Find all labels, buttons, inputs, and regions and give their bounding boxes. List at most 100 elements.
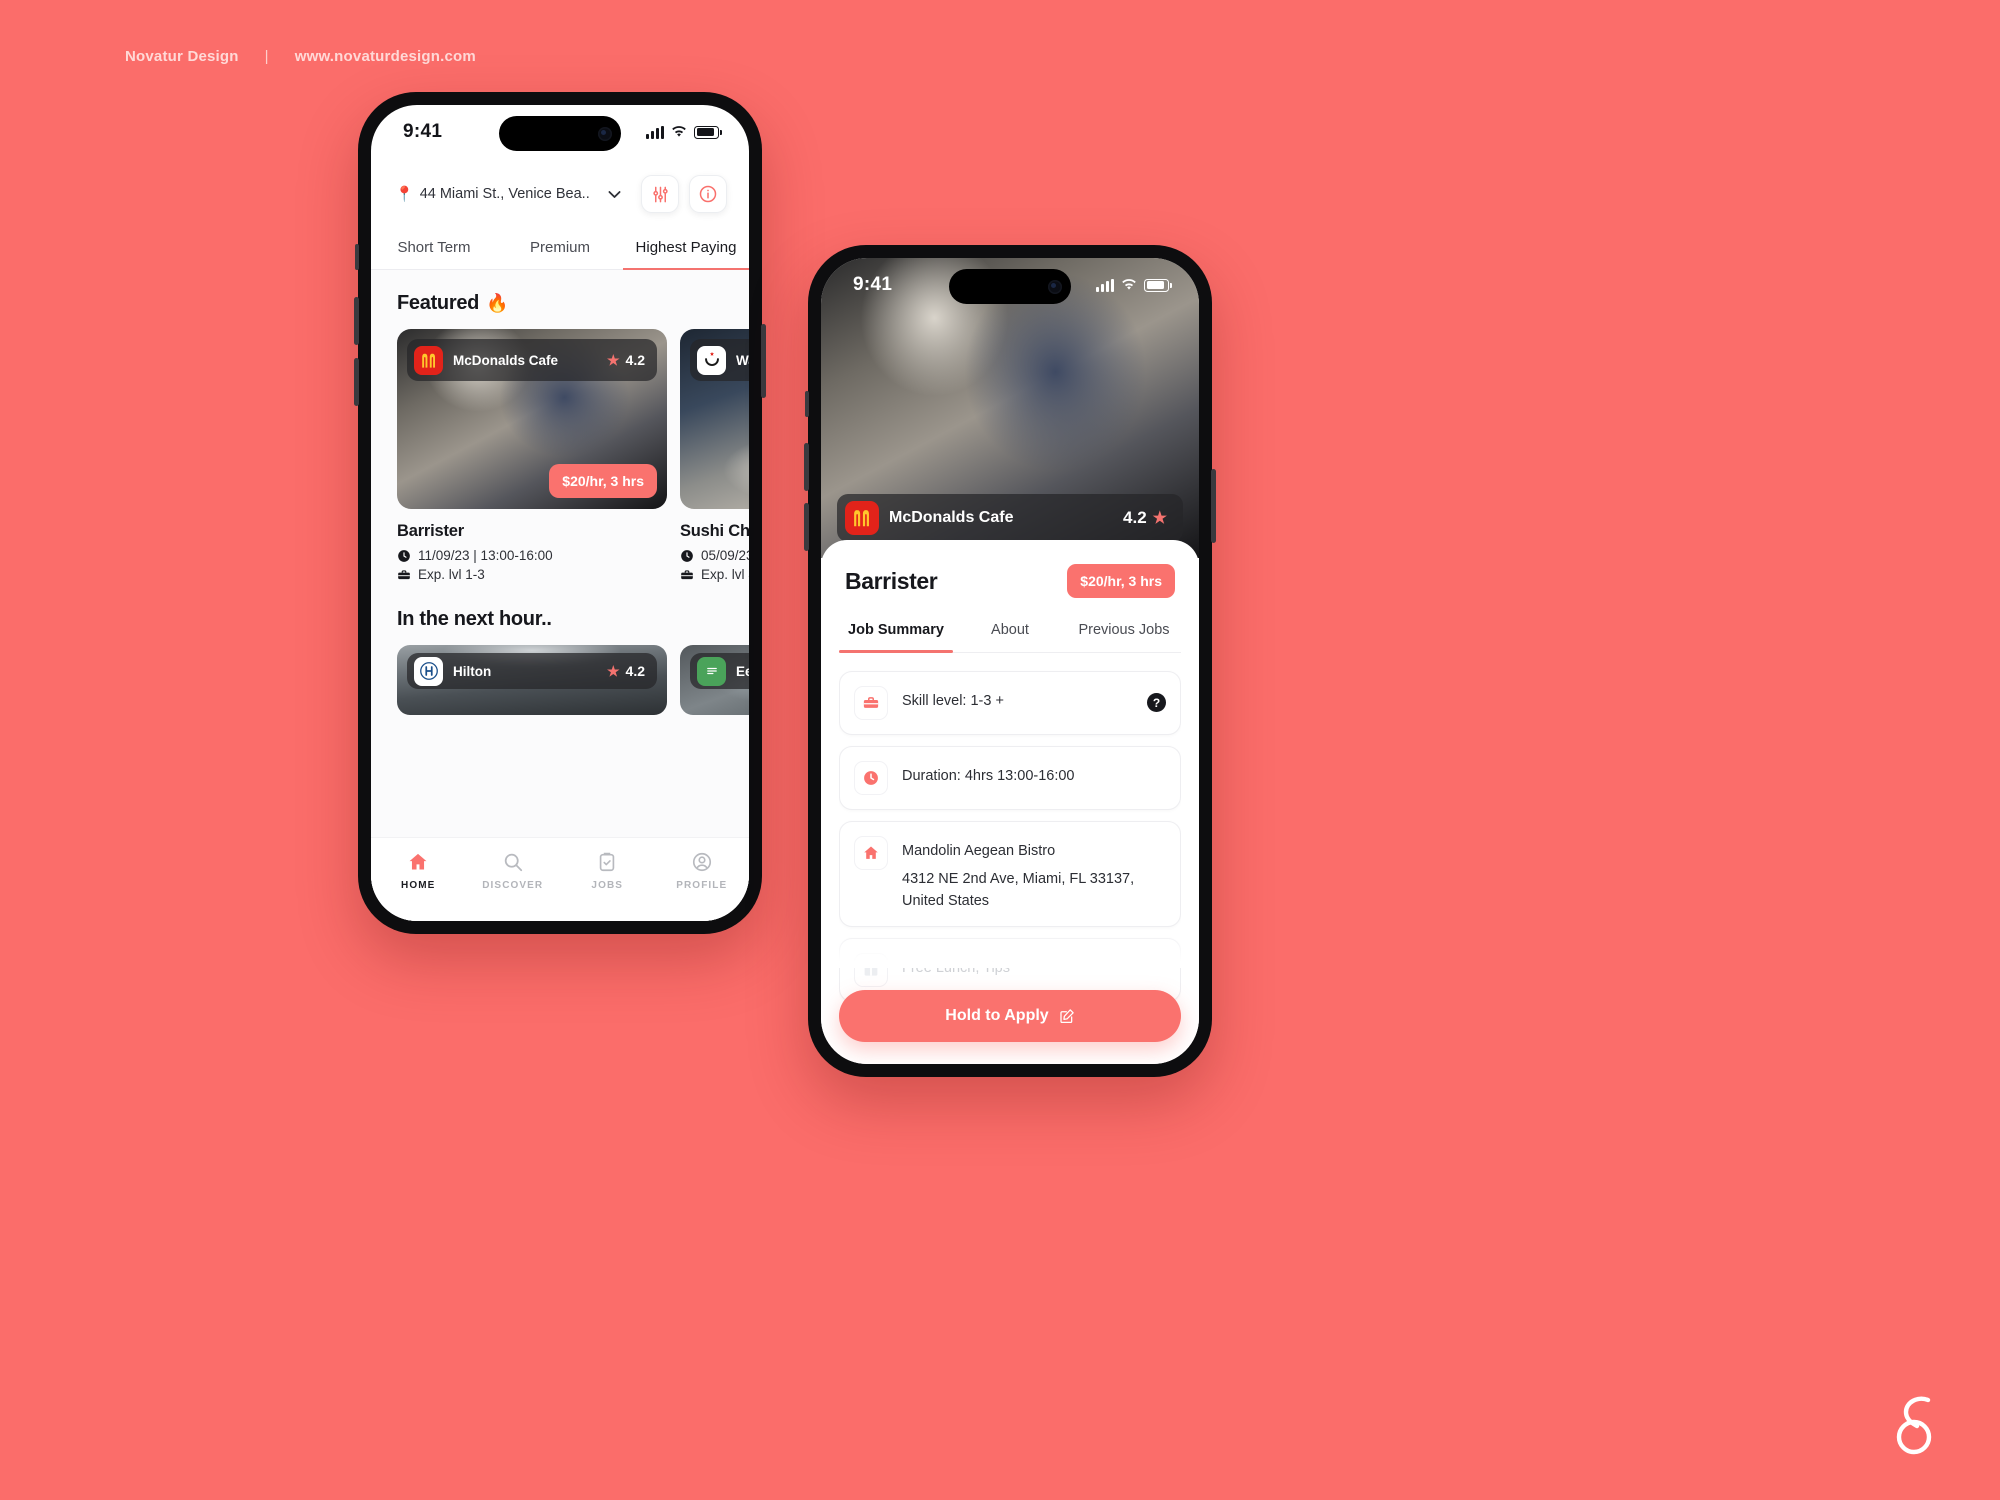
star-icon: ★ — [1152, 510, 1167, 527]
volume-up-button — [804, 443, 809, 491]
business-rating: 4.2 ★ — [1123, 508, 1167, 528]
clock-icon — [854, 761, 888, 795]
business-rating: ★ 4.2 — [607, 663, 645, 680]
job-card[interactable]: Wagamama ★ 4.4 $18/hr, 4 hrs Sushi Chef — [680, 329, 749, 586]
fire-icon: 🔥 — [486, 293, 509, 313]
job-title: Barrister — [845, 567, 938, 594]
phone1-content: 📍 44 Miami St., Venice Bea.. Short Term … — [371, 159, 749, 921]
wifi-icon — [671, 126, 687, 138]
job-detail-sheet: Barrister $20/hr, 3 hrs Job Summary Abou… — [821, 540, 1199, 1064]
location-pin-icon: 📍 — [395, 185, 414, 203]
tab-about[interactable]: About — [953, 616, 1067, 652]
chevron-down-icon[interactable] — [606, 186, 623, 203]
nav-item-home[interactable]: HOME — [378, 851, 458, 891]
tab-job-summary[interactable]: Job Summary — [839, 616, 953, 653]
next-hour-heading: In the next hour.. — [371, 586, 749, 645]
tab-previous-jobs[interactable]: Previous Jobs — [1067, 616, 1181, 652]
bottom-navigation: HOME DISCOVER JOBS PROFILE — [371, 837, 749, 921]
rating-value: 4.2 — [625, 352, 645, 368]
rating-value: 4.2 — [625, 663, 645, 679]
phone2-screen: McDonalds Cafe 4.2 ★ 9:41 Barrister $20/… — [821, 258, 1199, 1064]
detail-row-duration[interactable]: Duration: 4hrs 13:00-16:00 — [839, 746, 1181, 810]
star-icon: ★ — [606, 662, 620, 679]
job-photo-bowl: Eeet Well ★ 4.5 — [680, 645, 749, 715]
wagamama-logo-icon — [697, 345, 726, 375]
branding-header: Novatur Design | www.novaturdesign.com — [125, 48, 476, 65]
nav-item-discover[interactable]: DISCOVER — [473, 851, 553, 891]
business-chip: McDonalds Cafe ★ 4.2 — [407, 339, 657, 381]
business-name: McDonalds Cafe — [889, 509, 1014, 526]
clipboard-check-icon — [596, 851, 618, 873]
battery-icon — [1144, 278, 1172, 292]
star-icon: ★ — [606, 351, 620, 368]
power-button — [761, 324, 766, 398]
briefcase-icon — [680, 568, 694, 582]
mcdonalds-logo-icon — [414, 345, 443, 375]
detail-tabs: Job Summary About Previous Jobs — [839, 616, 1181, 653]
detail-line-secondary: 4312 NE 2nd Ave, Miami, FL 33137, United… — [902, 870, 1135, 909]
business-rating: ★ 4.2 — [607, 352, 645, 369]
detail-line-primary: Free Lunch, Tips — [902, 960, 1010, 977]
business-name: McDonalds Cafe — [453, 352, 559, 368]
job-title: Barrister — [397, 522, 464, 540]
front-camera-icon — [598, 126, 612, 141]
apply-button-label: Hold to Apply — [945, 1007, 1049, 1024]
clock-icon — [680, 549, 694, 563]
job-detail-header: Barrister $20/hr, 3 hrs — [839, 540, 1181, 616]
home-icon — [854, 836, 888, 870]
featured-card-row: McDonalds Cafe ★ 4.2 $20/hr, 3 hrs Barri… — [371, 329, 749, 586]
category-tabs: Short Term Premium Highest Paying — [371, 225, 749, 270]
status-time: 9:41 — [403, 121, 443, 142]
briefcase-icon — [397, 568, 411, 582]
job-title: Sushi Chef — [680, 522, 749, 540]
user-circle-icon — [691, 851, 713, 873]
nav-item-jobs[interactable]: JOBS — [567, 851, 647, 891]
featured-heading: Featured 🔥 — [371, 270, 749, 329]
detail-text: Skill level: 1-3 + — [902, 686, 1133, 713]
power-button — [1211, 469, 1216, 543]
job-schedule: 11/09/23 | 13:00-16:00 — [397, 548, 667, 563]
tab-short-term[interactable]: Short Term — [371, 231, 497, 269]
job-card[interactable]: Hilton ★ 4.2 — [397, 645, 667, 715]
pay-badge: $20/hr, 3 hrs — [549, 464, 657, 498]
novatur-logo-icon — [1888, 1394, 1942, 1458]
job-schedule: 05/09/23 | 1 — [680, 548, 749, 563]
detail-text: Mandolin Aegean Bistro 4312 NE 2nd Ave, … — [902, 836, 1166, 912]
tab-highest-paying[interactable]: Highest Paying — [623, 231, 749, 270]
job-card[interactable]: Eeet Well ★ 4.5 — [680, 645, 749, 715]
help-icon[interactable]: ? — [1147, 693, 1166, 712]
detail-text: Duration: 4hrs 13:00-16:00 — [902, 761, 1166, 788]
info-button[interactable] — [689, 175, 727, 213]
filter-button[interactable] — [641, 175, 679, 213]
silent-switch — [805, 391, 809, 417]
detail-line-primary: Duration: 4hrs 13:00-16:00 — [902, 768, 1075, 784]
job-photo-barista: McDonalds Cafe ★ 4.2 $20/hr, 3 hrs — [397, 329, 667, 509]
search-icon — [502, 851, 524, 873]
business-chip: Hilton ★ 4.2 — [407, 653, 657, 689]
tab-premium[interactable]: Premium — [497, 231, 623, 269]
phone-mockup-home: 9:41 📍 44 Miami St., Venice Bea.. Short … — [354, 92, 766, 934]
pencil-square-icon — [1059, 1008, 1075, 1024]
job-card[interactable]: McDonalds Cafe ★ 4.2 $20/hr, 3 hrs Barri… — [397, 329, 667, 586]
volume-down-button — [804, 503, 809, 551]
volume-up-button — [354, 297, 359, 345]
location-row: 📍 44 Miami St., Venice Bea.. — [371, 159, 749, 225]
detail-row-location[interactable]: Mandolin Aegean Bistro 4312 NE 2nd Ave, … — [839, 821, 1181, 928]
location-selector[interactable]: 📍 44 Miami St., Venice Bea.. — [395, 186, 623, 203]
location-address: 44 Miami St., Venice Bea.. — [419, 186, 590, 202]
nav-label-home: HOME — [401, 880, 436, 891]
nav-item-profile[interactable]: PROFILE — [662, 851, 742, 891]
battery-icon — [694, 125, 722, 139]
phone1-screen: 9:41 📍 44 Miami St., Venice Bea.. Short … — [371, 105, 749, 921]
studio-website: www.novaturdesign.com — [294, 48, 476, 65]
detail-row-skill-level[interactable]: Skill level: 1-3 + ? — [839, 671, 1181, 735]
job-feed-scroll[interactable]: Featured 🔥 McDonalds Cafe ★ 4.2 $20/hr, … — [371, 270, 749, 921]
business-name: Hilton — [453, 663, 492, 679]
business-chip: McDonalds Cafe 4.2 ★ — [837, 494, 1183, 542]
detail-line-primary: Skill level: 1-3 + — [902, 693, 1004, 709]
pay-badge: $20/hr, 3 hrs — [1067, 564, 1175, 598]
job-experience-text: Exp. lvl 3-5 — [701, 567, 749, 582]
nav-label-discover: DISCOVER — [482, 880, 544, 891]
business-chip: Eeet Well ★ 4.5 — [690, 653, 749, 689]
hold-to-apply-button[interactable]: Hold to Apply — [839, 990, 1181, 1042]
